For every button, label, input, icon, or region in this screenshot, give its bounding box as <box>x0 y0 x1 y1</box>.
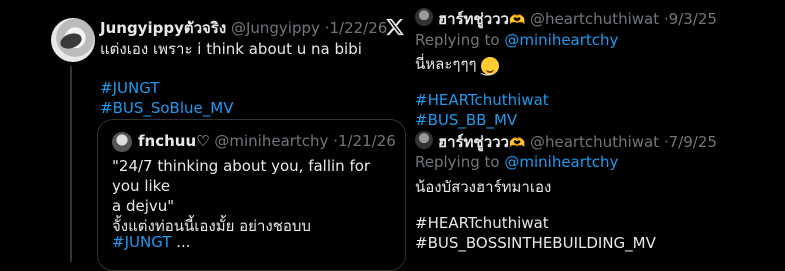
hashtag-link[interactable]: #BUS_SoBlue_MV <box>100 98 233 118</box>
quote-line: "24/7 thinking about you, fallin for you… <box>112 157 371 195</box>
avatar[interactable] <box>112 132 132 152</box>
display-name[interactable]: fnchuu♡ <box>138 132 210 150</box>
thread-line <box>70 66 72 262</box>
x-logo-icon[interactable] <box>385 17 405 37</box>
hashtag-link[interactable]: #JUNGT <box>100 78 233 98</box>
hashtag-list: #HEARTchuthiwat #BUS_BOSSINTHEBUILDING_M… <box>415 213 656 253</box>
quote-line: a dejvu" <box>112 197 175 215</box>
tweet-date[interactable]: 7/9/25 <box>669 133 717 151</box>
tweet-header: ฮาร์ทชู่ววว🫶 @heartchuthiwat ·7/9/25 <box>438 130 717 154</box>
replying-to-prefix: Replying to <box>415 153 500 171</box>
handle[interactable]: @miniheartchy <box>214 132 328 150</box>
hashtag-link[interactable]: #HEARTchuthiwat <box>415 90 549 110</box>
quoted-hashtag-row: #JUNGT ... <box>112 233 191 251</box>
handle[interactable]: @heartchuthiwat <box>530 133 659 151</box>
handle[interactable]: @Jungyippy <box>231 19 320 37</box>
tweet-date[interactable]: 1/21/26 <box>338 132 396 150</box>
truncation-ellipsis: ... <box>171 233 191 251</box>
display-name[interactable]: ฮาร์ทชู่ววว <box>438 10 509 28</box>
hashtag-list: #JUNGT #BUS_SoBlue_MV <box>100 78 233 118</box>
replying-to: Replying to @miniheartchy <box>415 152 618 172</box>
quoted-tweet-header: fnchuu♡ @miniheartchy ·1/21/26 <box>138 132 396 150</box>
replying-to-prefix: Replying to <box>415 31 500 49</box>
hashtag-link[interactable]: #BUS_BB_MV <box>415 110 549 130</box>
hashtag-list: #HEARTchuthiwat #BUS_BB_MV <box>415 90 549 130</box>
hashtag-link[interactable]: #BUS_BOSSINTHEBUILDING_MV <box>415 233 656 253</box>
avatar[interactable] <box>415 8 433 26</box>
heart-hands-icon: 🫶 <box>508 13 526 28</box>
tweet-text-row: นี่หละๆๆๆ <box>415 54 500 75</box>
quoted-tweet[interactable]: fnchuu♡ @miniheartchy ·1/21/26 "24/7 thi… <box>97 119 406 271</box>
avatar[interactable] <box>415 131 433 149</box>
mention-link[interactable]: @miniheartchy <box>504 31 618 49</box>
mention-link[interactable]: @miniheartchy <box>504 153 618 171</box>
tweet-text: น้องบัสวงฮาร์ทมาเอง <box>415 178 552 196</box>
quoted-tweet-text: "24/7 thinking about you, fallin for you… <box>112 156 397 236</box>
tweet-text: นี่หละๆๆๆ <box>415 55 477 73</box>
face-savoring-emoji-icon <box>481 57 500 75</box>
tweet-header: ฮาร์ทชู่ววว🫶 @heartchuthiwat ·9/3/25 <box>438 7 717 31</box>
tweet-text: แต่งเอง เพราะ i think about u na bibi <box>100 40 362 58</box>
tweet-date[interactable]: 1/22/26 <box>329 19 387 37</box>
handle[interactable]: @heartchuthiwat <box>530 10 659 28</box>
display-name[interactable]: Jungyippyตัวจริง <box>100 19 226 37</box>
avatar[interactable] <box>51 18 95 62</box>
hashtag-link[interactable]: #HEARTchuthiwat <box>415 213 656 233</box>
heart-hands-icon: 🫶 <box>508 136 526 151</box>
tweet-date[interactable]: 9/3/25 <box>669 10 717 28</box>
tweet-header: Jungyippyตัวจริง @Jungyippy ·1/22/26 <box>100 16 387 40</box>
hashtag-link[interactable]: #JUNGT <box>112 233 171 251</box>
replying-to: Replying to @miniheartchy <box>415 30 618 50</box>
display-name[interactable]: ฮาร์ทชู่ววว <box>438 133 509 151</box>
